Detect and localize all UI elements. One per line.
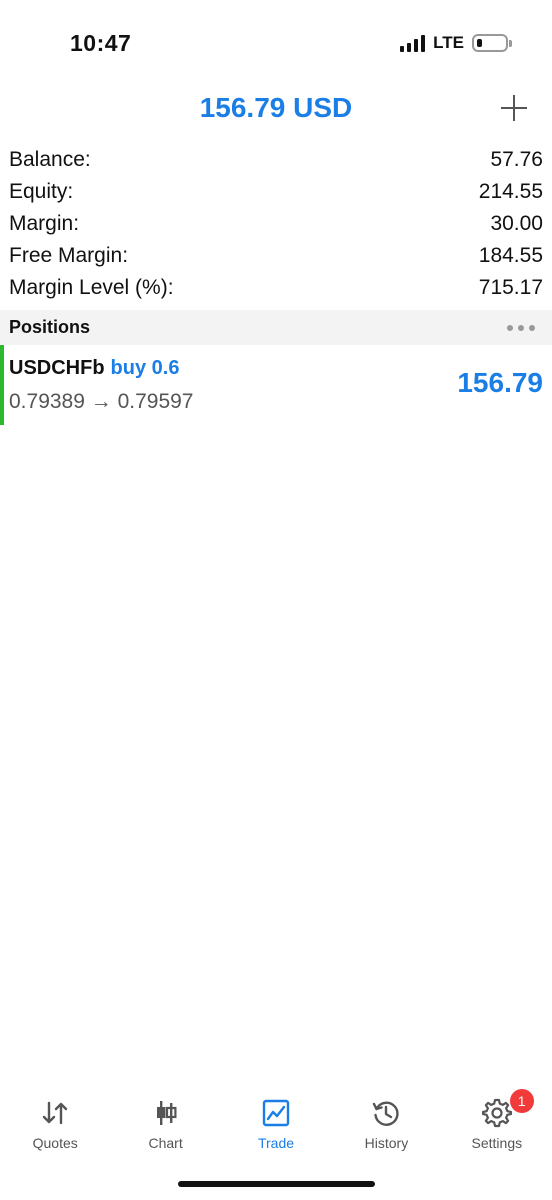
summary-label: Free Margin: [9, 244, 129, 267]
position-symbol: USDCHFb [9, 357, 105, 379]
status-indicators: LTE [400, 33, 512, 53]
tab-label: Settings [471, 1135, 523, 1151]
summary-value: 214.55 [478, 180, 543, 203]
summary-label: Margin Level (%): [9, 276, 174, 299]
position-side: buy 0.6 [110, 357, 180, 379]
status-time: 10:47 [70, 30, 132, 56]
positions-section-header: Positions [0, 310, 552, 345]
home-indicator [178, 1181, 375, 1187]
summary-row-balance: Balance: 57.76 [0, 144, 552, 176]
summary-row-equity: Equity: 214.55 [0, 176, 552, 208]
trade-chart-icon [259, 1096, 293, 1130]
tab-label: Trade [257, 1135, 295, 1151]
summary-row-free-margin: Free Margin: 184.55 [0, 240, 552, 272]
cellular-signal-icon [400, 34, 426, 52]
tab-label: Quotes [32, 1135, 78, 1151]
network-type: LTE [433, 33, 464, 52]
page-title: 156.79 USD [199, 92, 353, 123]
summary-value: 715.17 [478, 276, 543, 299]
summary-value: 57.76 [490, 148, 543, 171]
tab-chart[interactable]: Chart [110, 1088, 220, 1168]
notification-badge: 1 [509, 1089, 534, 1113]
tab-settings[interactable]: Settings 1 [442, 1088, 552, 1168]
summary-label: Equity: [9, 180, 74, 203]
tab-label: Chart [148, 1135, 183, 1151]
tab-history[interactable]: History [331, 1088, 441, 1168]
summary-label: Balance: [9, 148, 91, 171]
account-summary: Balance: 57.76 Equity: 214.55 Margin: 30… [0, 144, 552, 304]
positions-title: Positions [9, 317, 91, 337]
more-options-icon[interactable] [507, 324, 543, 331]
plus-icon[interactable] [498, 92, 530, 124]
quotes-arrows-icon [38, 1096, 72, 1130]
header: 156.79 USD [0, 84, 552, 132]
summary-row-margin-level: Margin Level (%): 715.17 [0, 272, 552, 304]
position-title: USDCHFb buy 0.6 [9, 357, 179, 380]
position-profit: 156.79 [457, 367, 543, 398]
tab-bar: Quotes Chart Trade History Settings 1 [0, 1088, 552, 1168]
battery-icon [472, 34, 512, 52]
history-clock-icon [369, 1096, 403, 1130]
summary-value: 30.00 [490, 212, 543, 235]
summary-row-margin: Margin: 30.00 [0, 208, 552, 240]
tab-quotes[interactable]: Quotes [0, 1088, 110, 1168]
gear-icon [480, 1096, 514, 1130]
status-bar: 10:47 LTE [0, 0, 552, 80]
summary-label: Margin: [9, 212, 80, 235]
summary-value: 184.55 [478, 244, 543, 267]
tab-label: History [364, 1135, 409, 1151]
position-accent-bar [0, 345, 4, 425]
position-row[interactable]: USDCHFb buy 0.6 0.79389 → 0.79597 156.79 [0, 345, 552, 425]
position-prices: 0.79389 → 0.79597 [9, 390, 194, 413]
trade-screen: 10:47 LTE 156.79 USD Balance: 57.76 Equi… [0, 0, 552, 1200]
tab-trade[interactable]: Trade [221, 1088, 331, 1168]
candlestick-chart-icon [149, 1096, 183, 1130]
